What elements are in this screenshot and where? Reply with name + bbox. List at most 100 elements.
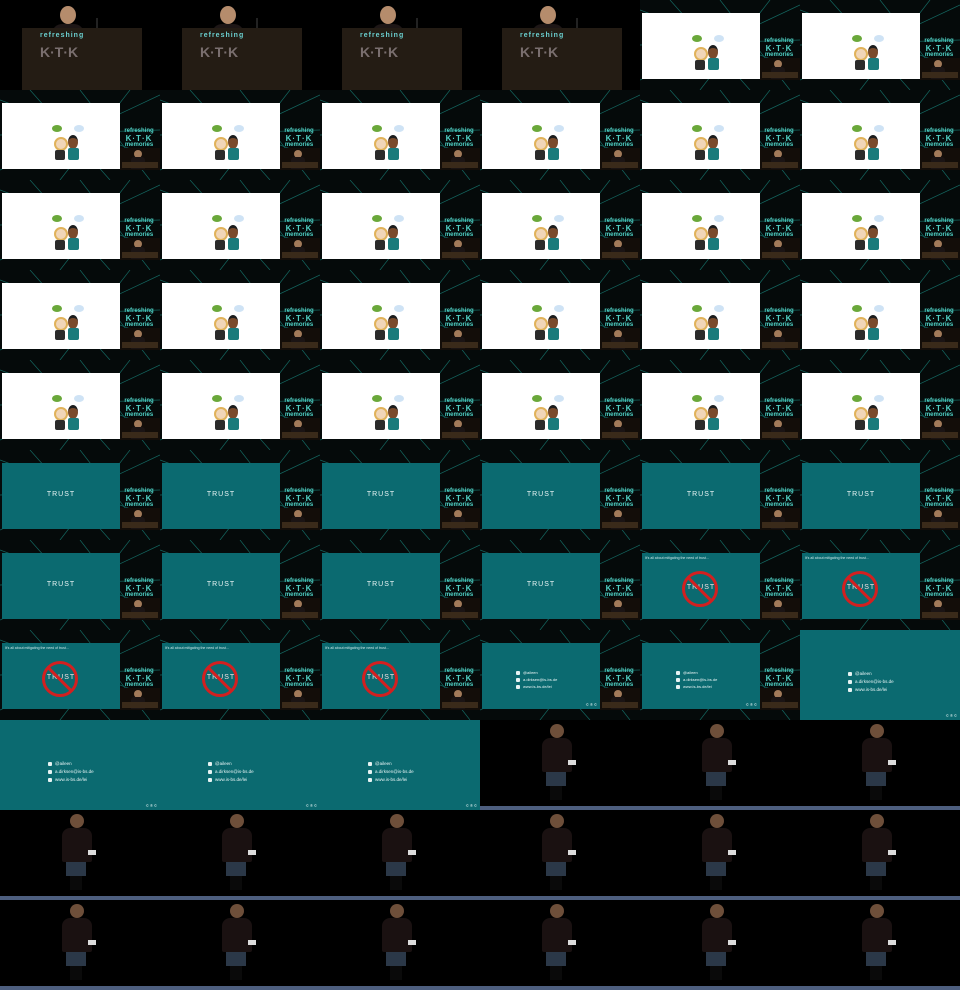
thumbnail-frame: @aileen a.dirksen@is-bs.de www.is-bs.de/…	[320, 720, 480, 810]
brand-line2: K·T·K	[125, 224, 153, 233]
boy-head	[388, 315, 398, 329]
boy-body	[868, 238, 879, 250]
globe-icon	[208, 777, 212, 782]
performer-head	[710, 814, 724, 828]
thought-cloud-icon	[692, 215, 702, 222]
performer-body	[62, 918, 92, 952]
performer-legs	[70, 876, 82, 890]
brand-line2: K·T·K	[765, 494, 793, 503]
event-brand: refreshing K·T·K memories	[921, 308, 957, 329]
contact-web: www.is-bs.de/lei	[855, 687, 888, 692]
thumbnail-frame: refreshing K·T·K memories	[640, 360, 800, 450]
pip-desk	[122, 522, 158, 528]
pip-desk	[762, 522, 798, 528]
thumbnail-frame: refreshing K·T·K memories	[480, 180, 640, 270]
girl-head	[854, 227, 868, 241]
boy-head	[68, 225, 78, 239]
performer-legs	[870, 966, 882, 980]
thumbnail-frame: refreshing K·T·K memories TRUST	[0, 540, 160, 630]
performer-legs	[390, 966, 402, 980]
performer-body	[382, 918, 412, 952]
contact-list: @aileen a.dirksen@is-bs.de www.is-bs.de/…	[676, 669, 717, 690]
twitter-icon	[48, 761, 52, 766]
thumbnail-frame	[0, 900, 160, 990]
girl-body	[535, 150, 545, 160]
speech-bubble-icon	[394, 215, 404, 222]
performer-skirt	[226, 952, 246, 966]
thumbnail-frame: refreshing K·T·K memories	[0, 180, 160, 270]
thought-cloud-icon	[372, 395, 382, 402]
cartoon-characters	[850, 393, 890, 437]
boy-body	[708, 238, 719, 250]
speaker-pip	[120, 148, 160, 170]
cartoon-characters	[690, 33, 730, 77]
boy-head	[228, 135, 238, 149]
pip-desk	[122, 342, 158, 348]
girl-body	[855, 330, 865, 340]
performer-head	[870, 904, 884, 918]
mail-icon	[516, 677, 520, 682]
dark-stage-frame	[480, 810, 640, 900]
cartoon-characters	[530, 123, 570, 167]
stage-floor	[800, 986, 960, 990]
girl-body	[855, 60, 865, 70]
speech-bubble-icon	[874, 125, 884, 132]
cartoon-characters	[370, 123, 410, 167]
girl-head	[54, 137, 68, 151]
speaker-head	[60, 6, 76, 24]
boy-head	[868, 315, 878, 329]
contact-email: a.dirksen@is-bs.de	[683, 677, 718, 682]
performer-head	[710, 904, 724, 918]
pip-desk	[762, 432, 798, 438]
event-brand: refreshing K·T·K memories	[281, 668, 317, 689]
performer-head	[870, 724, 884, 738]
pip-desk	[442, 702, 478, 708]
thought-cloud-icon	[532, 395, 542, 402]
trust-title: TRUST	[526, 491, 556, 498]
thumbnail-frame: refreshing K·T·K memories TRUST	[0, 450, 160, 540]
speaker-pip	[920, 148, 960, 170]
thumbnail-frame: refreshing K·T·K	[320, 0, 480, 90]
thumbnail-frame	[480, 720, 640, 810]
speech-bubble-icon	[874, 305, 884, 312]
thumbnail-frame: @aileen a.dirksen@is-bs.de www.is-bs.de/…	[160, 720, 320, 810]
slide-characters	[802, 103, 920, 169]
thumbnail-frame: refreshing K·T·K memories	[160, 270, 320, 360]
contact-list: @aileen a.dirksen@is-bs.de www.is-bs.de/…	[516, 669, 557, 690]
performer-body	[702, 738, 732, 772]
boy-head	[868, 135, 878, 149]
performer-head	[550, 724, 564, 738]
stage-floor	[160, 986, 320, 990]
event-brand: refreshing K·T·K memories	[441, 308, 477, 329]
event-brand: refreshing K·T·K memories	[921, 218, 957, 239]
thumbnail-frame: refreshing K·T·K	[0, 0, 160, 90]
event-brand: refreshing K·T·K memories	[761, 38, 797, 59]
cartoon-characters	[850, 33, 890, 77]
boy-body	[388, 328, 399, 340]
boy-body	[548, 148, 559, 160]
brand-line2: K·T·K	[125, 494, 153, 503]
boy-head	[388, 405, 398, 419]
cartoon-characters	[50, 213, 90, 257]
thumbnail-frame: refreshing K·T·K memories	[160, 90, 320, 180]
pip-desk	[122, 252, 158, 258]
speaker-pip	[600, 418, 640, 440]
banner-logo: K·T·K	[40, 44, 79, 60]
boy-head	[868, 45, 878, 59]
performer-body	[702, 918, 732, 952]
slide-characters	[642, 373, 760, 439]
speaker-head	[380, 6, 396, 24]
event-brand: refreshing K·T·K memories	[921, 38, 957, 59]
brand-line2: K·T·K	[445, 404, 473, 413]
speech-bubble-icon	[554, 395, 564, 402]
performer-skirt	[66, 862, 86, 876]
speaker-pip	[440, 238, 480, 260]
event-brand: refreshing K·T·K memories	[441, 128, 477, 149]
contact-twitter: @aileen	[683, 670, 698, 675]
banner-label: refreshing	[520, 32, 565, 39]
performer-body	[702, 828, 732, 862]
speaker-pip	[760, 418, 800, 440]
event-brand: refreshing K·T·K memories	[281, 578, 317, 599]
thumbnail-frame: refreshing K·T·K memories	[800, 360, 960, 450]
boy-head	[708, 45, 718, 59]
